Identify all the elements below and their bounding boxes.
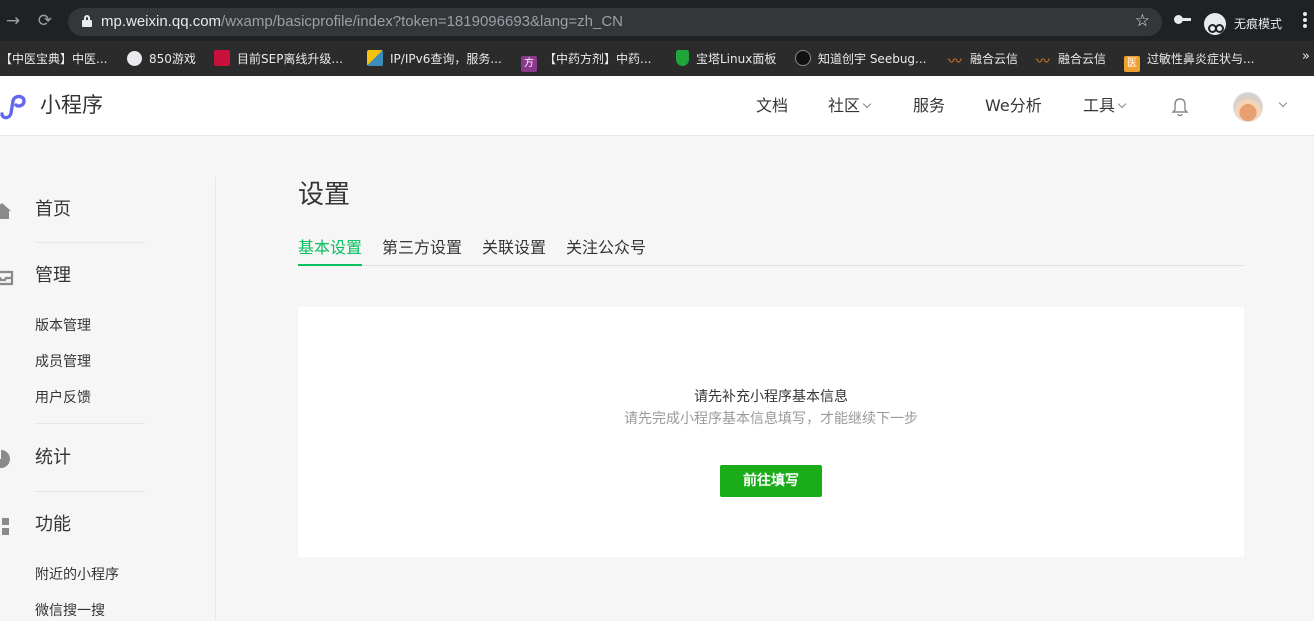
fang-favicon-icon: 方	[521, 56, 537, 72]
incognito-icon[interactable]	[1204, 13, 1226, 35]
bookmark-item[interactable]: 【中医宝典】中医...	[0, 50, 107, 68]
bookmark-star-icon[interactable]: ☆	[1135, 11, 1150, 31]
address-bar[interactable]: mp.weixin.qq.com/wxamp/basicprofile/inde…	[68, 8, 1162, 36]
reload-icon[interactable]: ⟳	[34, 10, 56, 32]
nav-community[interactable]: 社区	[828, 96, 872, 116]
bookmark-label: 【中药方剂】中药...	[544, 52, 652, 66]
url-text: mp.weixin.qq.com/wxamp/basicprofile/inde…	[101, 13, 623, 31]
bookmark-label: 宝塔Linux面板	[696, 52, 777, 66]
notice-panel: 请先补充小程序基本信息 请先完成小程序基本信息填写，才能继续下一步 前往填写	[298, 307, 1244, 557]
bookmark-item[interactable]: 知道创宇 Seebug...	[795, 50, 926, 68]
nav-label: 服务	[913, 96, 946, 115]
bell-icon[interactable]	[1171, 97, 1189, 117]
tab-basic-settings[interactable]: 基本设置	[298, 238, 363, 266]
nav-services[interactable]: 服务	[913, 96, 945, 116]
pie-chart-icon	[0, 450, 10, 468]
notice-title: 请先补充小程序基本信息	[694, 389, 848, 405]
miniprogram-logo-icon[interactable]	[0, 92, 30, 120]
sidebar-item-user-feedback[interactable]: 用户反馈	[35, 389, 91, 407]
sidebar-item-version-manage[interactable]: 版本管理	[35, 317, 91, 335]
bookmark-item[interactable]: 〰融合云信	[1035, 50, 1107, 70]
bookmark-label: 【中医宝典】中医...	[0, 52, 108, 66]
nav-label: 社区	[828, 96, 861, 115]
globe-icon	[127, 51, 142, 66]
url-host: mp.weixin.qq.com	[101, 13, 222, 30]
sidebar-item-member-manage[interactable]: 成员管理	[35, 353, 91, 371]
divider	[35, 242, 145, 243]
chevron-down-icon[interactable]	[1278, 98, 1288, 108]
notice-subtitle: 请先完成小程序基本信息填写，才能继续下一步	[624, 411, 918, 427]
page-title: 设置	[298, 180, 351, 210]
divider	[35, 491, 145, 492]
avatar[interactable]	[1233, 92, 1263, 122]
sidebar-group-label: 首页	[35, 199, 71, 220]
bookmarks-bar: 【中医宝典】中医... 850游戏 目前SEP离线升级... IP/IPv6查询…	[0, 41, 1314, 76]
bookmark-label: 知道创宇 Seebug...	[818, 52, 927, 66]
sidebar-item-wechat-search[interactable]: 微信搜一搜	[35, 602, 105, 620]
sidebar-group-label: 功能	[35, 514, 71, 535]
nav-label: We分析	[985, 96, 1042, 115]
browser-menu-icon[interactable]	[1303, 12, 1309, 32]
browser-toolbar: → ⟳ mp.weixin.qq.com/wxamp/basicprofile/…	[0, 0, 1314, 41]
sidebar-item-nearby-miniprogram[interactable]: 附近的小程序	[35, 566, 119, 584]
tab-third-party-settings[interactable]: 第三方设置	[382, 238, 462, 264]
inbox-icon	[0, 270, 14, 286]
bookmark-item[interactable]: 医过敏性鼻炎症状与...	[1124, 50, 1255, 72]
incognito-label: 无痕模式	[1234, 17, 1283, 31]
bookmark-label: IP/IPv6查询，服务...	[390, 52, 502, 66]
site-favicon-icon	[214, 50, 230, 66]
url-path: /wxamp/basicprofile/index?token=18190966…	[221, 13, 623, 30]
seebug-favicon-icon	[795, 50, 811, 66]
wave-favicon-icon: 〰	[948, 54, 962, 70]
nav-label: 文档	[756, 96, 789, 115]
chevron-down-icon	[862, 99, 872, 109]
bookmark-label: 融合云信	[970, 52, 1019, 66]
nav-docs[interactable]: 文档	[756, 96, 788, 116]
key-icon[interactable]	[1174, 14, 1192, 26]
tab-follow-official-account[interactable]: 关注公众号	[566, 238, 646, 264]
site-favicon-icon	[367, 50, 383, 66]
bookmark-label: 目前SEP离线升级...	[237, 52, 343, 66]
nav-label: 工具	[1083, 96, 1116, 115]
bookmark-item[interactable]: 850游戏	[127, 50, 196, 68]
tab-association-settings[interactable]: 关联设置	[482, 238, 546, 264]
grid-icon	[2, 518, 9, 535]
logo-text[interactable]: 小程序	[40, 92, 103, 118]
wave-favicon-icon: 〰	[1036, 54, 1050, 70]
more-bookmarks-icon[interactable]: »	[1302, 49, 1310, 64]
yi-favicon-icon: 医	[1124, 56, 1140, 72]
sidebar-group-label: 统计	[35, 447, 71, 468]
lock-icon	[82, 15, 92, 27]
bookmark-item[interactable]: 〰融合云信	[947, 50, 1019, 70]
bookmark-item[interactable]: 宝塔Linux面板	[676, 50, 776, 68]
bookmark-item[interactable]: 方【中药方剂】中药...	[521, 50, 652, 72]
bookmark-item[interactable]: 目前SEP离线升级...	[214, 50, 343, 68]
divider	[35, 423, 145, 424]
sidebar-group-label: 管理	[35, 265, 71, 286]
sidebar: 首页 管理 版本管理 成员管理 用户反馈 统计 功能 附近的小程序 微信搜一搜	[0, 177, 216, 621]
settings-tabs: 基本设置 第三方设置 关联设置 关注公众号	[298, 238, 1244, 266]
chevron-down-icon	[1117, 99, 1127, 109]
shield-favicon-icon	[676, 50, 689, 66]
bookmark-label: 850游戏	[149, 52, 196, 66]
bookmark-label: 过敏性鼻炎症状与...	[1147, 52, 1255, 66]
home-icon	[0, 203, 11, 219]
bookmark-label: 融合云信	[1058, 52, 1107, 66]
nav-we-analytics[interactable]: We分析	[985, 96, 1042, 116]
nav-tools[interactable]: 工具	[1083, 96, 1127, 116]
back-arrow-icon[interactable]: →	[2, 10, 24, 32]
go-fill-in-button[interactable]: 前往填写	[720, 465, 822, 497]
bookmark-item[interactable]: IP/IPv6查询，服务...	[367, 50, 502, 68]
app-header: 小程序 文档 社区 服务 We分析 工具	[0, 76, 1314, 136]
